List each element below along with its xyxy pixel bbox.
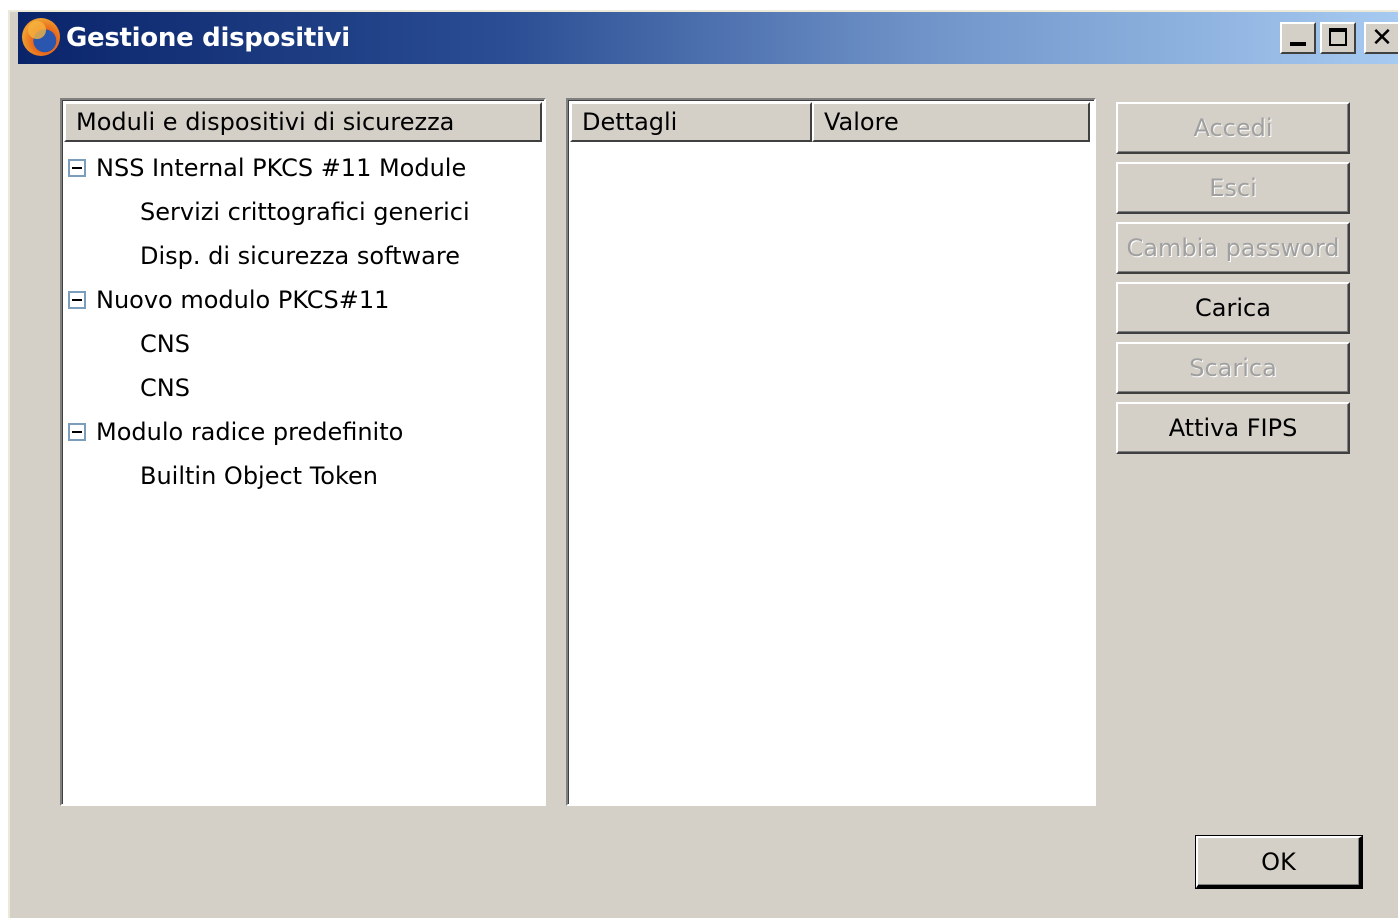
tree-item-label: Disp. di sicurezza software: [140, 242, 460, 270]
cambia-password-button[interactable]: Cambia password: [1116, 222, 1350, 274]
tree-item-cns-2[interactable]: CNS: [140, 366, 190, 410]
accedi-button[interactable]: Accedi: [1116, 102, 1350, 154]
modules-column-header[interactable]: Moduli e dispositivi di sicurezza: [64, 102, 542, 142]
details-table[interactable]: Dettagli Valore: [566, 98, 1096, 806]
tree-item-servizi-crittografici[interactable]: Servizi crittografici generici: [140, 190, 470, 234]
device-manager-window: Gestione dispositivi ✕ Moduli e disposit…: [8, 10, 1398, 918]
attiva-fips-button[interactable]: Attiva FIPS: [1116, 402, 1350, 454]
collapse-minus-icon[interactable]: [68, 159, 86, 177]
tree-item-label: Servizi crittografici generici: [140, 198, 470, 226]
tree-item-label: NSS Internal PKCS #11 Module: [96, 154, 467, 182]
details-column-header[interactable]: Dettagli: [570, 102, 812, 142]
close-icon: ✕: [1371, 23, 1393, 53]
esci-button[interactable]: Esci: [1116, 162, 1350, 214]
tree-item-label: Nuovo modulo PKCS#11: [96, 286, 390, 314]
collapse-minus-icon[interactable]: [68, 291, 86, 309]
title-bar[interactable]: Gestione dispositivi ✕: [18, 12, 1398, 64]
modules-tree[interactable]: Moduli e dispositivi di sicurezza NSS In…: [60, 98, 546, 806]
maximize-button[interactable]: [1320, 22, 1356, 54]
firefox-icon: [22, 18, 60, 56]
tree-item-label: Modulo radice predefinito: [96, 418, 404, 446]
ok-button[interactable]: OK: [1195, 835, 1363, 889]
carica-button[interactable]: Carica: [1116, 282, 1350, 334]
tree-item-label: Builtin Object Token: [140, 462, 379, 490]
maximize-icon: [1329, 28, 1347, 46]
tree-item-builtin-object-token[interactable]: Builtin Object Token: [140, 454, 378, 498]
tree-item-cns-1[interactable]: CNS: [140, 322, 190, 366]
close-button[interactable]: ✕: [1364, 22, 1398, 54]
collapse-minus-icon[interactable]: [68, 423, 86, 441]
minimize-icon: [1290, 42, 1306, 46]
tree-item-disp-sicurezza-software[interactable]: Disp. di sicurezza software: [140, 234, 460, 278]
value-column-header[interactable]: Valore: [812, 102, 1090, 142]
tree-item-label: CNS: [140, 330, 190, 358]
window-title: Gestione dispositivi: [66, 23, 350, 53]
minimize-button[interactable]: [1280, 22, 1316, 54]
scarica-button[interactable]: Scarica: [1116, 342, 1350, 394]
tree-item-label: CNS: [140, 374, 190, 402]
